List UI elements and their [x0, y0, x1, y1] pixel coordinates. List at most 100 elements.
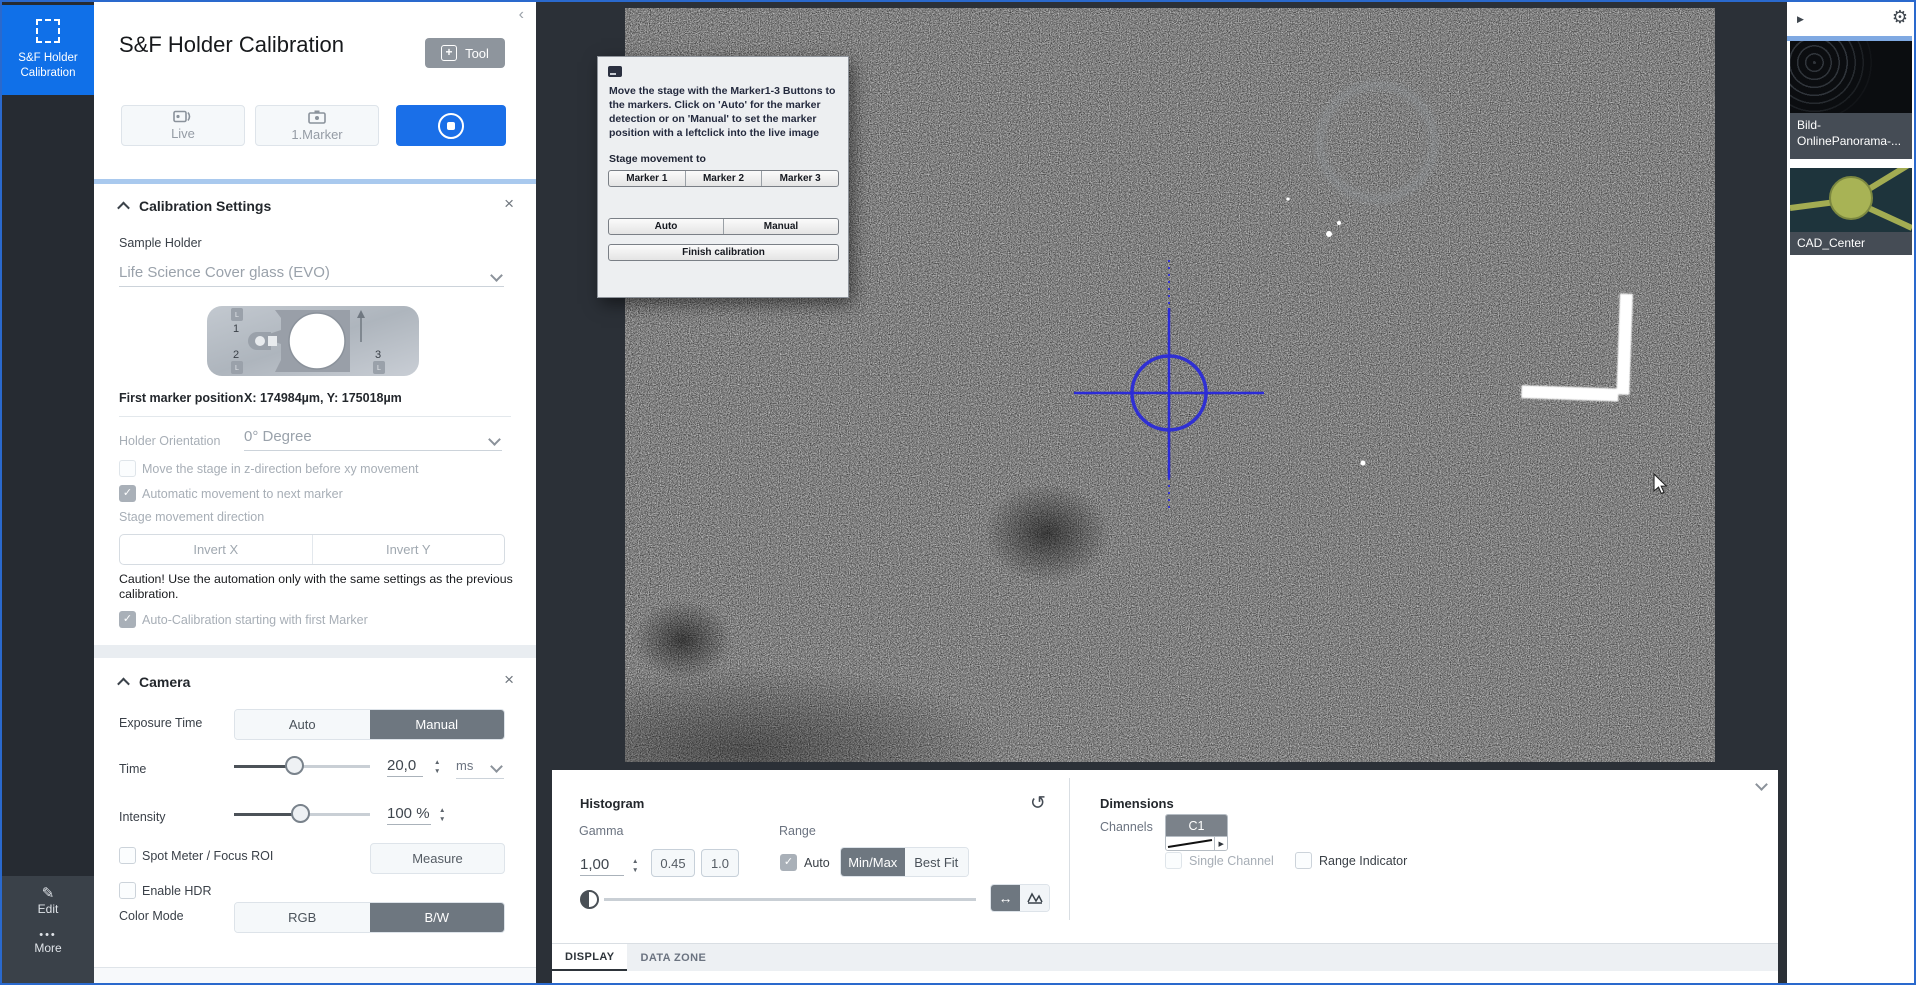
minmax-button[interactable]: Min/Max — [841, 848, 905, 876]
range-indicator-label: Range Indicator — [1319, 854, 1407, 868]
range-indicator-checkbox[interactable]: ✓ — [1295, 852, 1312, 869]
tool-button[interactable]: + Tool — [425, 38, 505, 68]
edit-button[interactable]: Edit — [38, 902, 59, 916]
thumbnail-cad-image[interactable] — [1790, 168, 1912, 232]
invert-x-button[interactable]: Invert X — [120, 535, 312, 564]
enable-hdr-checkbox[interactable]: ✓ — [119, 882, 136, 899]
time-slider-knob[interactable] — [285, 756, 304, 775]
move-z-checkbox[interactable]: ✓ — [119, 460, 136, 477]
intensity-spinner[interactable]: ▲▼ — [439, 808, 445, 823]
stop-button[interactable] — [396, 105, 506, 146]
collapse-panel-icon[interactable] — [1755, 778, 1768, 791]
gamma-preset-10-button[interactable]: 1.0 — [701, 849, 739, 877]
camera-header[interactable]: Camera — [119, 674, 190, 690]
collapse-panel-icon[interactable]: ‹ — [519, 6, 524, 24]
intensity-value-field[interactable]: 100 % — [387, 805, 431, 825]
tab-data-zone[interactable]: DATA ZONE — [627, 944, 719, 971]
time-slider[interactable] — [234, 756, 370, 776]
auto-button[interactable]: Auto — [609, 219, 723, 234]
dialog-instructions: Move the stage with the Marker1-3 Button… — [609, 85, 840, 141]
svg-text:3: 3 — [375, 349, 381, 361]
nav-tab-holder-calibration[interactable]: S&F Holder Calibration — [2, 5, 94, 95]
panel-footer-strip — [552, 971, 1778, 985]
more-dots-icon: ••• — [2, 929, 94, 941]
panel-footer — [94, 967, 536, 983]
channel-c1-control[interactable]: C1 ▶ — [1165, 814, 1228, 851]
channel-expand-icon[interactable]: ▶ — [1214, 837, 1227, 850]
reset-icon[interactable]: ↺ — [1030, 792, 1046, 815]
more-button[interactable]: More — [34, 941, 61, 955]
gamma-spinner[interactable]: ▲▼ — [632, 859, 638, 874]
channel-c1-label: C1 — [1166, 815, 1227, 836]
gamma-preset-045-button[interactable]: 0.45 — [651, 849, 695, 877]
gamma-label: Gamma — [579, 824, 623, 838]
single-channel-checkbox[interactable]: ✓ — [1165, 852, 1182, 869]
chevron-down-icon — [490, 760, 503, 773]
thumbnail-panorama-image[interactable] — [1790, 41, 1912, 113]
exposure-time-label: Exposure Time — [119, 716, 202, 730]
finish-calibration-button[interactable]: Finish calibration — [608, 244, 839, 261]
bw-button[interactable]: B/W — [370, 903, 505, 932]
histogram-curve-button[interactable] — [1020, 885, 1049, 911]
mouse-cursor — [1654, 474, 1666, 494]
range-auto-checkbox[interactable]: ✓ — [780, 854, 797, 871]
marquee-selection-icon — [36, 19, 60, 43]
time-unit-dropdown[interactable]: ms — [456, 758, 504, 779]
invert-y-button[interactable]: Invert Y — [312, 535, 505, 564]
auto-calibration-checkbox[interactable]: ✓ — [119, 611, 136, 628]
svg-text:L: L — [235, 365, 239, 372]
live-button[interactable]: Live — [121, 105, 245, 146]
crosshair — [1074, 260, 1264, 508]
calibration-settings-header[interactable]: Calibration Settings — [119, 198, 271, 214]
time-value-field[interactable]: 20,0 — [387, 757, 423, 777]
holder-orientation-label: Holder Orientation — [119, 434, 220, 448]
histogram-view-buttons: ↔ — [990, 884, 1050, 912]
measure-button[interactable]: Measure — [370, 843, 505, 874]
svg-text:L: L — [377, 365, 381, 372]
exposure-mode-toggle: Auto Manual — [234, 709, 505, 740]
gamma-value-field[interactable]: 1,00 — [580, 856, 624, 876]
intensity-slider-knob[interactable] — [291, 804, 310, 823]
exposure-manual-button[interactable]: Manual — [370, 710, 505, 739]
exposure-auto-button[interactable]: Auto — [235, 710, 370, 739]
bright-specks — [1286, 197, 1365, 465]
single-channel-label: Single Channel — [1189, 854, 1274, 868]
intensity-slider[interactable] — [234, 804, 370, 824]
faint-ring-feature — [1320, 85, 1434, 199]
auto-move-checkbox[interactable]: ✓ — [119, 485, 136, 502]
auto-manual-button-group: Auto Manual — [608, 218, 839, 235]
app-window: S&F Holder Calibration ✎ Edit ••• More ‹… — [0, 0, 1916, 985]
first-marker-snap-button[interactable]: 1.Marker — [255, 105, 379, 146]
divider — [119, 416, 511, 417]
page-title: S&F Holder Calibration — [119, 32, 344, 58]
spot-meter-checkbox[interactable]: ✓ — [119, 847, 136, 864]
manual-button[interactable]: Manual — [723, 219, 838, 234]
nav-tab-label: S&F Holder Calibration — [2, 51, 94, 81]
close-section-icon[interactable]: × — [504, 670, 514, 690]
gear-icon[interactable]: ⚙ — [1892, 7, 1908, 28]
histogram-slider-track[interactable] — [604, 898, 976, 901]
fit-width-button[interactable]: ↔ — [991, 885, 1020, 911]
rgb-button[interactable]: RGB — [235, 903, 370, 932]
nav-sidebar: S&F Holder Calibration ✎ Edit ••• More — [2, 2, 94, 983]
l-shaped-marker — [1521, 290, 1633, 402]
marker-1-button[interactable]: Marker 1 — [609, 171, 685, 186]
expand-gallery-icon[interactable]: ▶ — [1797, 14, 1804, 25]
marker-2-button[interactable]: Marker 2 — [685, 171, 762, 186]
sample-holder-dropdown[interactable]: Life Science Cover glass (EVO) — [119, 264, 504, 287]
holder-orientation-dropdown[interactable]: 0° Degree — [244, 428, 502, 451]
time-spinner[interactable]: ▲▼ — [434, 760, 440, 775]
stop-icon — [438, 113, 464, 139]
thumbnail-label: Bild-OnlinePanorama-... — [1790, 113, 1912, 159]
chevron-down-icon — [490, 269, 503, 282]
range-mode-toggle: Min/Max Best Fit — [840, 847, 969, 877]
bestfit-button[interactable]: Best Fit — [905, 848, 969, 876]
marker-3-button[interactable]: Marker 3 — [761, 171, 838, 186]
marker-button-group: Marker 1 Marker 2 Marker 3 — [608, 170, 839, 187]
histogram-slider-handle[interactable] — [580, 890, 599, 909]
bottom-tabbar: DISPLAY DATA ZONE — [552, 943, 1778, 971]
tab-display[interactable]: DISPLAY — [552, 944, 627, 971]
sample-holder-label: Sample Holder — [119, 236, 202, 250]
close-section-icon[interactable]: × — [504, 194, 514, 214]
auto-calibration-label: Auto-Calibration starting with first Mar… — [142, 613, 368, 627]
